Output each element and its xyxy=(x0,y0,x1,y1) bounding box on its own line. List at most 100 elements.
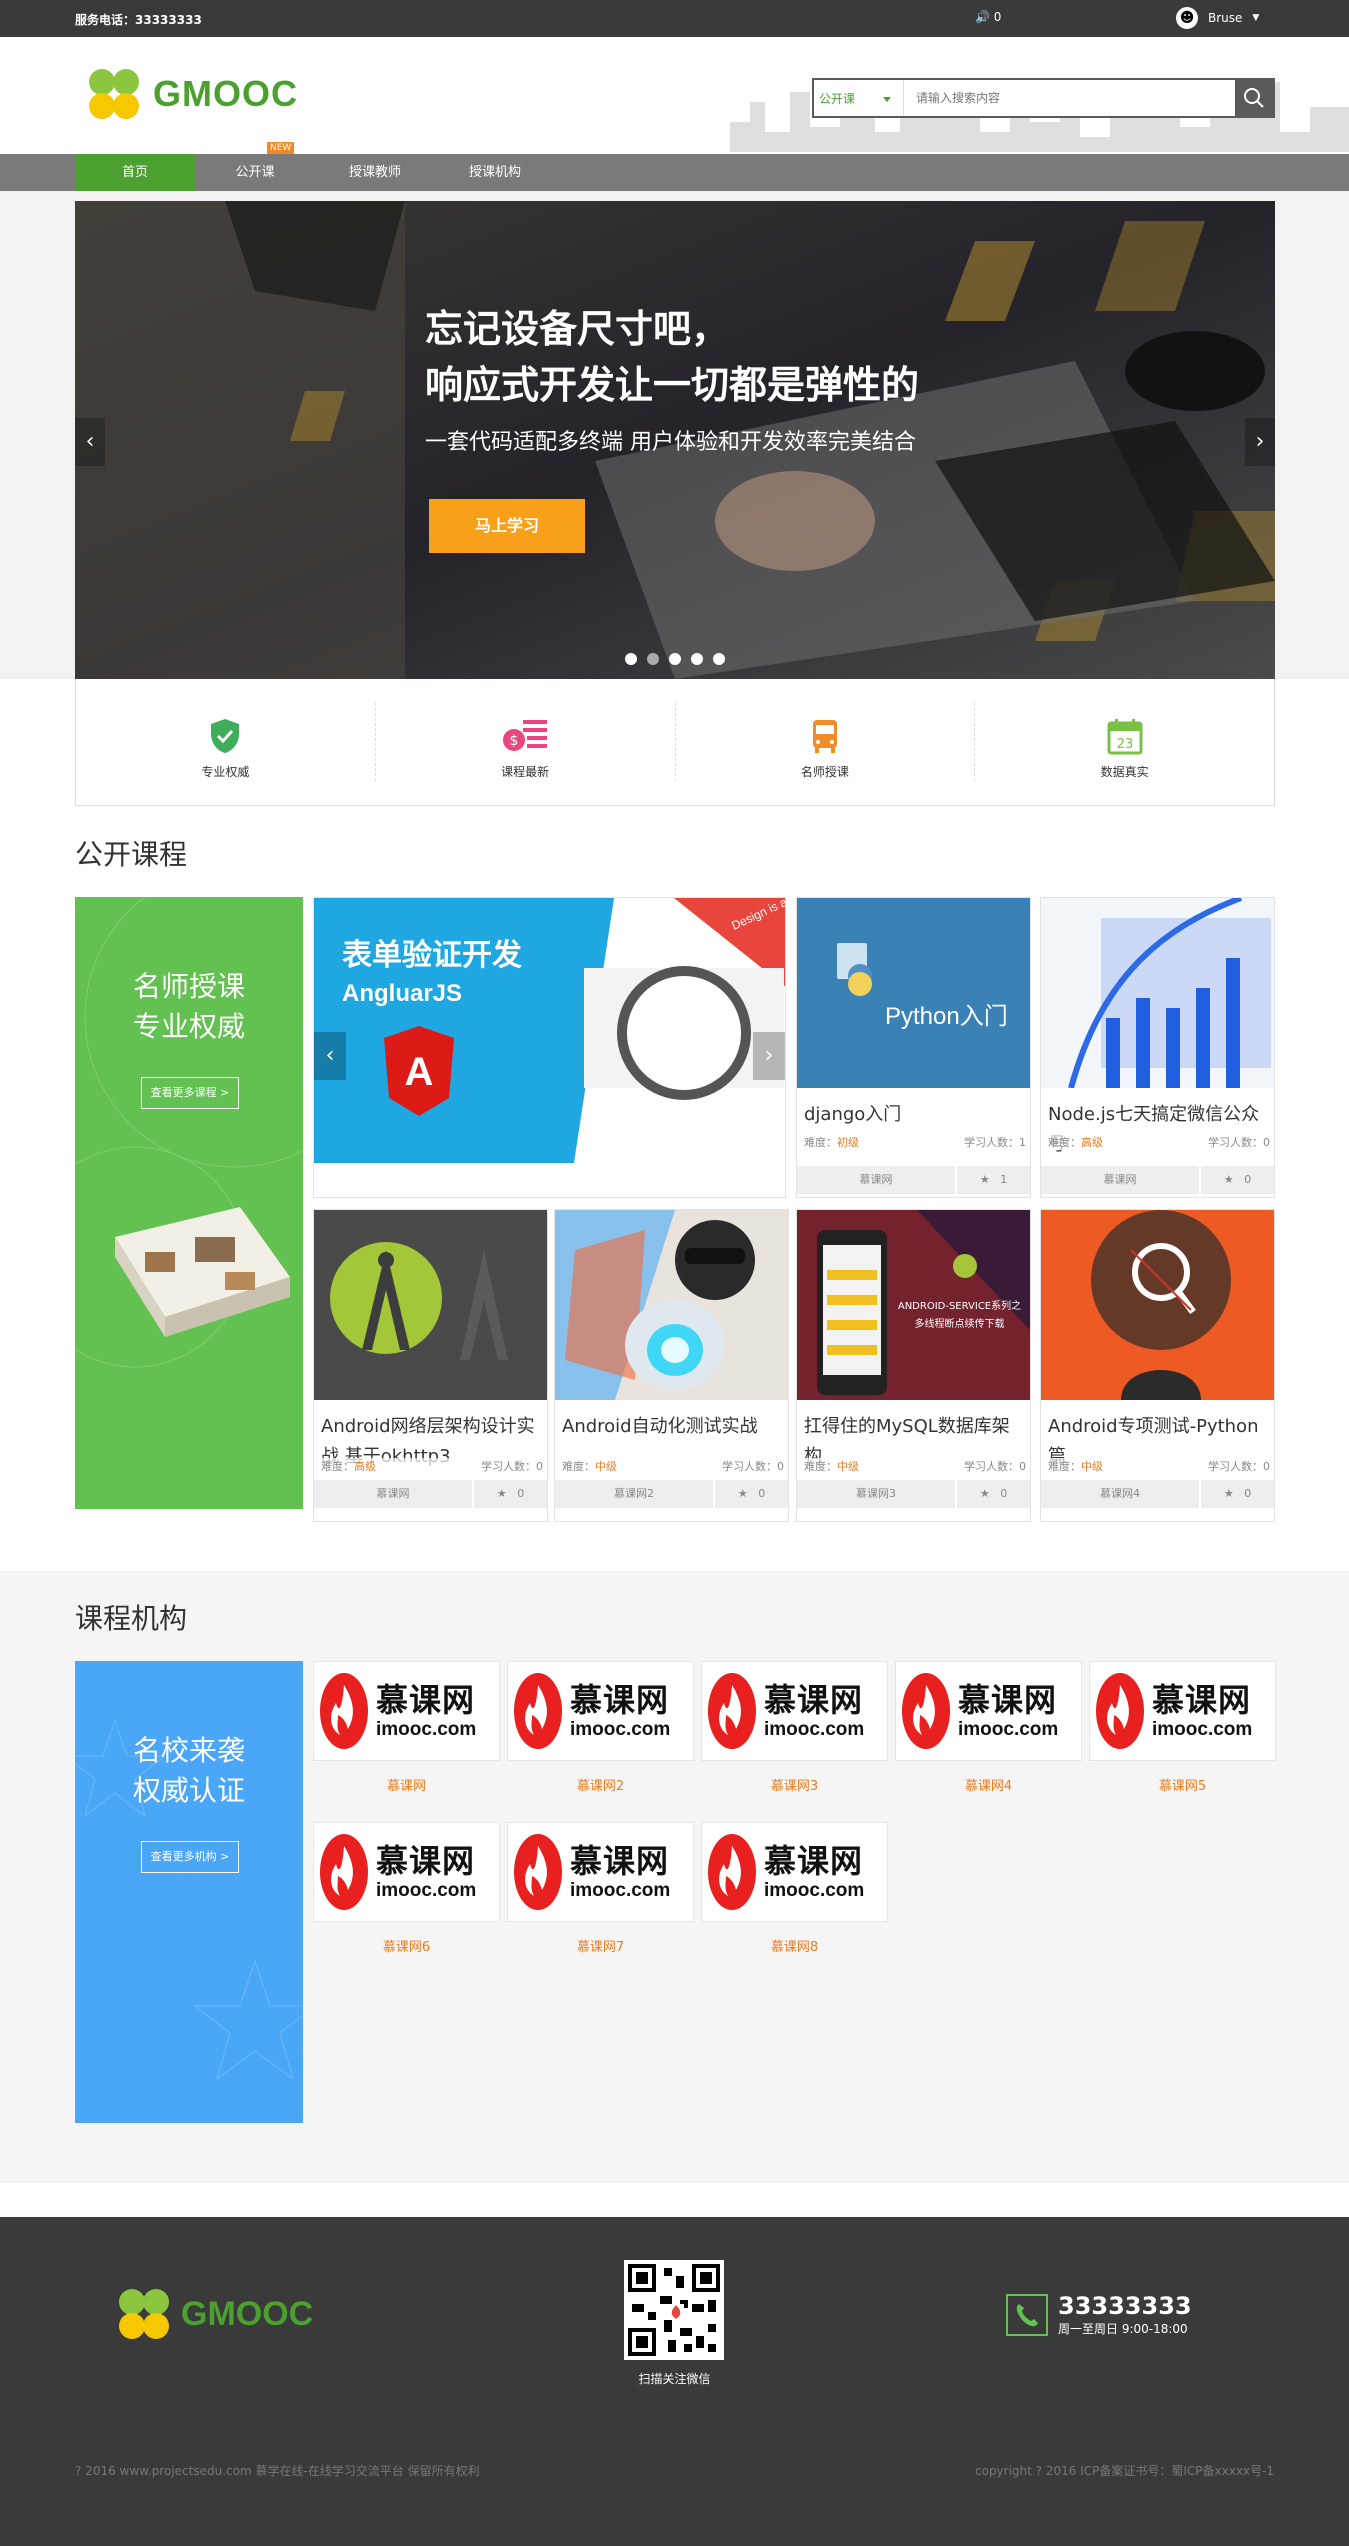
search-input[interactable] xyxy=(904,80,1235,116)
org-name[interactable]: 慕课网6 xyxy=(313,1936,500,1955)
carousel-next-button[interactable]: › xyxy=(1245,418,1275,466)
course-card[interactable]: Android专项测试-Python篇 难度：中级 学习人数：0 慕课网4 ★ 0 xyxy=(1040,1209,1275,1522)
course-card[interactable]: Android网络层架构设计实战 基于okhttp3 难度：高级 学习人数：0 慕… xyxy=(313,1209,548,1522)
svg-text:$: $ xyxy=(510,733,519,749)
org-name[interactable]: 慕课网 xyxy=(313,1775,500,1794)
course-org[interactable]: 慕课网3 xyxy=(797,1480,957,1508)
fav-value: 0 xyxy=(1244,1173,1252,1186)
org-name[interactable]: 慕课网8 xyxy=(701,1936,888,1955)
org-logo[interactable]: 慕课网 imooc.com xyxy=(1089,1661,1276,1761)
difficulty-label: 难度： xyxy=(804,1460,837,1473)
course-card[interactable]: Android自动化测试实战 难度：中级 学习人数：0 慕课网2 ★ 0 xyxy=(554,1209,789,1522)
logo-text: GMOOC xyxy=(153,73,298,114)
user-menu[interactable]: ☻ Bruse ▼ xyxy=(1176,7,1259,29)
favorite-count[interactable]: ★ 0 xyxy=(715,1480,788,1508)
org-logo-cn: 慕课网 xyxy=(570,1841,670,1880)
start-learning-button[interactable]: 马上学习 xyxy=(429,499,585,553)
course-title[interactable]: Node.js七天搞定微信公众号 xyxy=(1048,1100,1268,1160)
org-name[interactable]: 慕课网7 xyxy=(507,1936,694,1955)
avatar: ☻ xyxy=(1176,7,1198,29)
more-orgs-button[interactable]: 查看更多机构 > xyxy=(141,1841,239,1873)
course-org[interactable]: 慕课网2 xyxy=(555,1480,715,1508)
org-logo-en: imooc.com xyxy=(764,1718,865,1740)
course-card[interactable]: ANDROID-SERVICE系列之 多线程断点续传下载 扛得住的MySQL数据… xyxy=(796,1209,1031,1522)
students-label: 学习人数： xyxy=(481,1460,536,1473)
search-button[interactable] xyxy=(1235,80,1273,116)
org-logo[interactable]: 慕课网 imooc.com xyxy=(507,1661,694,1761)
course-title[interactable]: django入门 xyxy=(804,1100,1024,1160)
course-footer: 慕课网 ★ 1 xyxy=(797,1166,1030,1194)
org-logo[interactable]: 慕课网 imooc.com xyxy=(507,1822,694,1922)
course-org[interactable]: 慕课网 xyxy=(314,1480,474,1508)
course-org[interactable]: 慕课网 xyxy=(797,1166,957,1194)
course-card[interactable]: Node.js七天搞定微信公众号 难度：高级学习人数：0 慕课网★ 0 xyxy=(1040,897,1275,1198)
carousel-dot[interactable] xyxy=(669,653,681,665)
feature-authority: 专业权威 xyxy=(76,703,376,781)
org-logo-cn: 慕课网 xyxy=(764,1680,864,1719)
org-logo[interactable]: 慕课网 imooc.com xyxy=(701,1822,888,1922)
course-meta: 难度：中级 学习人数：0 xyxy=(804,1458,1026,1474)
carousel-prev-button[interactable]: ‹ xyxy=(75,418,105,466)
nav-label: 首页 xyxy=(121,165,148,180)
fav-value: 1 xyxy=(1000,1173,1008,1186)
org-item[interactable]: 慕课网 imooc.com 慕课网2 xyxy=(507,1661,694,1794)
star-icon: ★ xyxy=(737,1487,748,1500)
students-label: 学习人数： xyxy=(964,1136,1019,1149)
banner-subtitle: 一套代码适配多终端 用户体验和开发效率完美结合 xyxy=(425,430,916,455)
imooc-flame-icon xyxy=(320,1834,368,1910)
nav-item-courses[interactable]: 公开课 NEW xyxy=(195,142,315,191)
org-logo-en: imooc.com xyxy=(376,1718,477,1740)
course-card[interactable]: Python入门 django入门 难度：初级 学习人数：1 慕课网 ★ 1 xyxy=(796,897,1031,1198)
more-courses-button[interactable]: 查看更多课程 > xyxy=(141,1077,239,1109)
favorite-count[interactable]: ★ 1 xyxy=(957,1166,1030,1194)
carousel-dot[interactable] xyxy=(625,653,637,665)
org-item[interactable]: 慕课网 imooc.com 慕课网6 xyxy=(313,1822,500,1955)
org-name[interactable]: 慕课网3 xyxy=(701,1775,888,1794)
org-logo-en: imooc.com xyxy=(1152,1718,1253,1740)
featured-next-button[interactable]: › xyxy=(753,1032,785,1080)
org-item[interactable]: 慕课网 imooc.com 慕课网3 xyxy=(701,1661,888,1794)
org-logo[interactable]: 慕课网 imooc.com xyxy=(313,1822,500,1922)
fav-value: 0 xyxy=(1244,1487,1252,1500)
svg-text:23: 23 xyxy=(1116,737,1133,752)
nav-item-home[interactable]: 首页 xyxy=(75,154,195,191)
org-logo[interactable]: 慕课网 imooc.com xyxy=(895,1661,1082,1761)
bus-icon xyxy=(812,720,837,753)
carousel-dot[interactable] xyxy=(713,653,725,665)
course-org[interactable]: 慕课网4 xyxy=(1041,1480,1201,1508)
org-logo[interactable]: 慕课网 imooc.com xyxy=(313,1661,500,1761)
difficulty-level: 中级 xyxy=(595,1460,617,1473)
org-item[interactable]: 慕课网 imooc.com 慕课网8 xyxy=(701,1822,888,1955)
banner-headline-1: 忘记设备尺寸吧， xyxy=(425,307,730,351)
org-name[interactable]: 慕课网4 xyxy=(895,1775,1082,1794)
org-logo[interactable]: 慕课网 imooc.com xyxy=(701,1661,888,1761)
site-logo[interactable]: GMOOC xyxy=(85,65,298,123)
org-item[interactable]: 慕课网 imooc.com 慕课网4 xyxy=(895,1661,1082,1794)
footer-logo[interactable]: GMOOC xyxy=(115,2285,313,2343)
nav-item-teachers[interactable]: 授课教师 xyxy=(315,154,435,191)
org-name[interactable]: 慕课网5 xyxy=(1089,1775,1276,1794)
nav-item-orgs[interactable]: 授课机构 xyxy=(435,154,555,191)
students-count: 1 xyxy=(1019,1136,1026,1149)
students-count: 0 xyxy=(1263,1136,1270,1149)
fav-value: 0 xyxy=(517,1487,525,1500)
carousel-dot[interactable] xyxy=(691,653,703,665)
notification-area[interactable]: 🔊 0 xyxy=(975,10,1001,24)
course-org[interactable]: 慕课网 xyxy=(1041,1166,1201,1194)
favorite-count[interactable]: ★ 0 xyxy=(474,1480,547,1508)
course-meta: 难度：中级 学习人数：0 xyxy=(1048,1458,1270,1474)
org-item[interactable]: 慕课网 imooc.com 慕课网 xyxy=(313,1661,500,1794)
org-logo-cn: 慕课网 xyxy=(376,1841,476,1880)
svg-text:A: A xyxy=(405,1050,434,1094)
carousel-dot[interactable] xyxy=(647,653,659,665)
org-name[interactable]: 慕课网2 xyxy=(507,1775,694,1794)
favorite-count[interactable]: ★ 0 xyxy=(957,1480,1030,1508)
featured-course-carousel[interactable]: A Design is a Word 表单验证开发 AngluarJS ‹ › xyxy=(313,897,786,1198)
org-item[interactable]: 慕课网 imooc.com 慕课网5 xyxy=(1089,1661,1276,1794)
org-item[interactable]: 慕课网 imooc.com 慕课网7 xyxy=(507,1822,694,1955)
featured-prev-button[interactable]: ‹ xyxy=(314,1032,346,1080)
search-type-select[interactable]: 公开课 xyxy=(814,80,904,116)
favorite-count[interactable]: ★ 0 xyxy=(1201,1480,1274,1508)
difficulty-level: 高级 xyxy=(354,1460,376,1473)
favorite-count[interactable]: ★ 0 xyxy=(1201,1166,1274,1194)
